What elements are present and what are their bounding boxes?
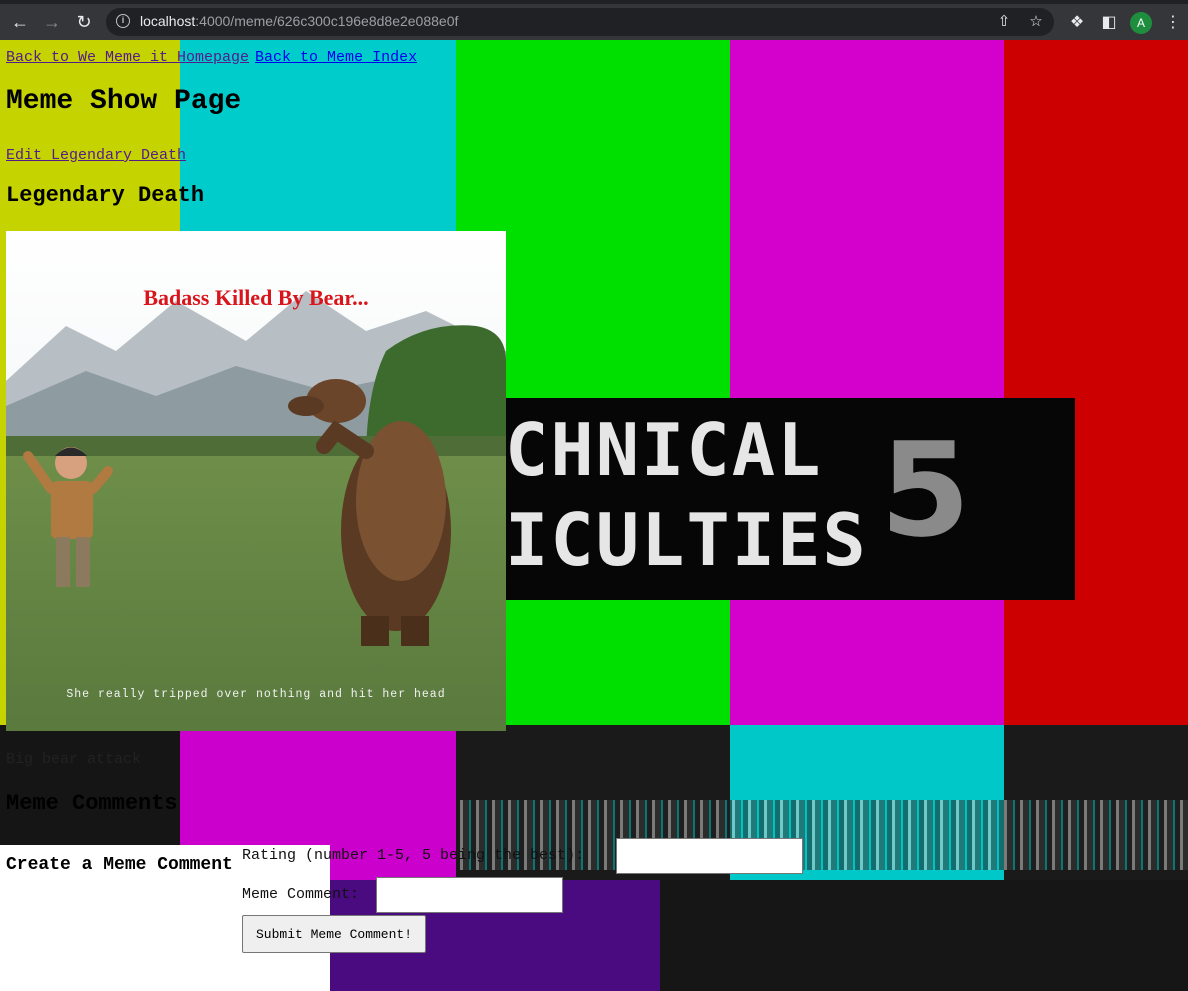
reload-icon[interactable]: ↻	[72, 10, 96, 34]
banner-line-2: ICULTIES	[505, 498, 868, 582]
menu-kebab-icon[interactable]: ⋮	[1162, 12, 1184, 34]
submit-comment-button[interactable]: Submit Meme Comment!	[242, 915, 426, 953]
side-panel-icon[interactable]: ◧	[1098, 12, 1120, 34]
channel-number: 5	[880, 414, 971, 566]
homepage-link[interactable]: Back to We Meme it Homepage	[6, 49, 249, 66]
url-text[interactable]: localhost:4000/meme/626c300c196e8d8e2e08…	[140, 13, 458, 29]
comment-input[interactable]	[376, 877, 563, 913]
comment-label: Meme Comment:	[242, 886, 360, 903]
bookmark-star-icon[interactable]: ☆	[1026, 12, 1046, 32]
extensions-puzzle-icon[interactable]: ❖	[1066, 12, 1088, 34]
edit-meme-link[interactable]: Edit Legendary Death	[6, 147, 186, 164]
meme-bottom-text: She really tripped over nothing and hit …	[66, 688, 445, 701]
meme-caption: Big bear attack	[6, 751, 142, 768]
meme-index-link[interactable]: Back to Meme Index	[255, 49, 417, 66]
share-icon[interactable]: ⇧	[994, 12, 1014, 32]
address-bar[interactable]: i localhost:4000/meme/626c300c196e8d8e2e…	[106, 8, 1054, 36]
site-info-icon[interactable]: i	[116, 14, 130, 28]
rating-input[interactable]	[616, 838, 803, 874]
rating-label: Rating (number 1-5, 5 being the best):	[242, 847, 585, 864]
top-nav-links: Back to We Meme it Homepage Back to Meme …	[6, 48, 423, 66]
comments-heading: Meme Comments	[6, 791, 178, 816]
forward-arrow-icon[interactable]: →	[40, 10, 64, 34]
page-title: Meme Show Page	[6, 86, 242, 117]
edit-link-wrap: Edit Legendary Death	[6, 146, 186, 164]
meme-top-text: Badass Killed By Bear...	[143, 285, 368, 310]
meme-name: Legendary Death	[6, 183, 205, 208]
profile-avatar[interactable]: A	[1130, 12, 1152, 34]
page-viewport: 5 CHNICAL ICULTIES Back to We Meme it Ho…	[0, 40, 1188, 991]
create-comment-heading: Create a Meme Comment	[6, 855, 233, 875]
banner-line-1: CHNICAL	[505, 408, 823, 492]
back-arrow-icon[interactable]: ←	[8, 10, 32, 34]
meme-image: Badass Killed By Bear... She really trip…	[6, 231, 506, 731]
browser-toolbar: ← → ↻ i localhost:4000/meme/626c300c196e…	[0, 0, 1188, 40]
